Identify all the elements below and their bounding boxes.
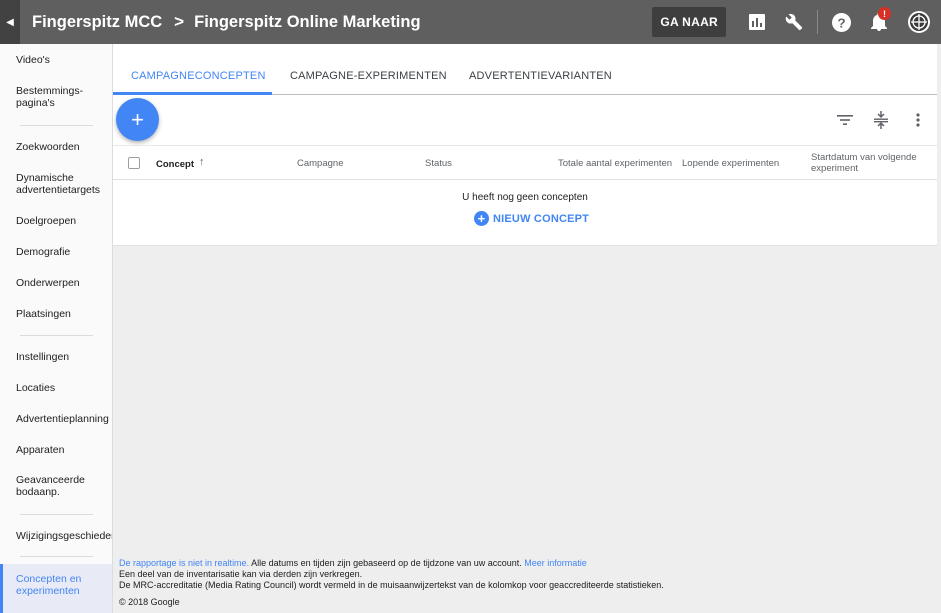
footer: De rapportage is niet in realtime. Alle … bbox=[119, 558, 664, 608]
bar-chart-icon bbox=[748, 14, 765, 30]
chevron-left-icon: ◀ bbox=[6, 16, 14, 28]
realtime-reporting-link[interactable]: De rapportage is niet in realtime. bbox=[119, 558, 249, 568]
plus-icon: + bbox=[131, 106, 144, 132]
sidebar-item-topics[interactable]: Onderwerpen bbox=[16, 277, 80, 290]
sidebar-divider bbox=[20, 514, 93, 515]
new-draft-link[interactable]: + NIEUW CONCEPT bbox=[474, 211, 589, 226]
sidebar-item-videos[interactable]: Video's bbox=[16, 54, 50, 67]
sidebar-item-drafts-experiments[interactable]: Concepten en experimenten bbox=[0, 564, 112, 613]
sidebar-item-advanced-bid-adj[interactable]: Geavanceerde bbox=[16, 474, 85, 487]
sidebar-item-landing-pages-line2[interactable]: pagina's bbox=[16, 97, 55, 110]
add-circle-icon: + bbox=[474, 211, 489, 226]
tools-button[interactable] bbox=[775, 0, 812, 44]
sidebar-item-demographics[interactable]: Demografie bbox=[16, 246, 70, 259]
tab-campaign-experiments[interactable]: CAMPAGNE-EXPERIMENTEN bbox=[290, 70, 447, 82]
wrench-icon bbox=[785, 13, 802, 31]
sort-arrow-icon[interactable]: ↑ bbox=[199, 157, 205, 168]
sidebar-item-devices[interactable]: Apparaten bbox=[16, 444, 64, 457]
main-panel: CAMPAGNECONCEPTEN CAMPAGNE-EXPERIMENTEN … bbox=[113, 44, 937, 246]
tab-bar: CAMPAGNECONCEPTEN CAMPAGNE-EXPERIMENTEN … bbox=[113, 44, 937, 95]
breadcrumb-subaccount[interactable]: Fingerspitz Online Marketing bbox=[194, 13, 420, 32]
sidebar-item-advanced-bid-adj-line2[interactable]: bodaanp. bbox=[16, 486, 60, 499]
filter-icon bbox=[837, 115, 853, 125]
more-options-button[interactable] bbox=[908, 110, 928, 130]
sidebar-item-audiences[interactable]: Doelgroepen bbox=[16, 215, 76, 228]
sidebar-item-dynamic-ad-targets[interactable]: Dynamische bbox=[16, 172, 74, 185]
column-header-next-start-date[interactable]: Startdatum van volgende bbox=[811, 152, 917, 163]
breadcrumb-separator: > bbox=[174, 12, 185, 31]
svg-text:?: ? bbox=[837, 15, 845, 30]
goto-button[interactable]: GA NAAR bbox=[652, 7, 726, 37]
tab-ad-variations[interactable]: ADVERTENTIEVARIANTEN bbox=[469, 70, 612, 82]
reports-button[interactable] bbox=[738, 0, 775, 44]
sidebar-nav: Video's Bestemmings- pagina's Zoekwoorde… bbox=[0, 44, 113, 613]
sidebar-item-keywords[interactable]: Zoekwoorden bbox=[16, 141, 80, 154]
account-avatar-button[interactable] bbox=[897, 0, 941, 44]
notifications-button[interactable]: ! bbox=[860, 0, 897, 44]
more-vert-icon bbox=[916, 113, 920, 127]
filter-button[interactable] bbox=[835, 110, 855, 130]
sidebar-divider bbox=[20, 556, 93, 557]
tab-campaign-drafts[interactable]: CAMPAGNECONCEPTEN bbox=[131, 70, 266, 82]
sidebar-item-locations[interactable]: Locaties bbox=[16, 382, 55, 395]
sidebar-divider bbox=[20, 335, 93, 336]
copyright: © 2018 Google bbox=[119, 597, 180, 607]
collapse-nav-button[interactable]: ◀ bbox=[0, 0, 20, 44]
sidebar-item-landing-pages[interactable]: Bestemmings- bbox=[16, 85, 83, 98]
avatar-icon bbox=[908, 11, 930, 33]
density-button[interactable] bbox=[871, 110, 891, 130]
sidebar-item-placements[interactable]: Plaatsingen bbox=[16, 308, 71, 321]
footer-line-2: Een deel van de inventarisatie kan via d… bbox=[119, 569, 363, 579]
column-header-running-experiments[interactable]: Lopende experimenten bbox=[682, 158, 779, 169]
sidebar-divider bbox=[20, 125, 93, 126]
sidebar-item-label-line2: experimenten bbox=[16, 585, 80, 597]
help-icon: ? bbox=[832, 12, 851, 32]
column-header-status[interactable]: Status bbox=[425, 158, 452, 169]
new-draft-label: NIEUW CONCEPT bbox=[493, 212, 590, 225]
footer-timezone-text: Alle datums en tijden zijn gebaseerd op … bbox=[249, 558, 525, 568]
column-header-campaign[interactable]: Campagne bbox=[297, 158, 343, 169]
footer-line-3: De MRC-accreditatie (Media Rating Counci… bbox=[119, 580, 664, 590]
empty-state-message: U heeft nog geen concepten bbox=[462, 192, 588, 203]
toolbar-divider bbox=[817, 10, 818, 34]
footer-line-1: De rapportage is niet in realtime. Alle … bbox=[119, 558, 664, 569]
table-header: Concept ↑ Campagne Status Totale aantal … bbox=[113, 145, 937, 180]
help-button[interactable]: ? bbox=[823, 0, 860, 44]
sidebar-item-label: Concepten en bbox=[16, 573, 82, 585]
sidebar-item-settings[interactable]: Instellingen bbox=[16, 351, 69, 364]
sidebar-item-dynamic-ad-targets-line2[interactable]: advertentietargets bbox=[16, 184, 100, 197]
more-info-link[interactable]: Meer informatie bbox=[524, 558, 587, 568]
select-all-checkbox[interactable] bbox=[128, 157, 140, 169]
column-header-next-start-date-line2[interactable]: experiment bbox=[811, 163, 858, 174]
column-header-concept[interactable]: Concept bbox=[156, 159, 194, 170]
sidebar-item-ad-schedule[interactable]: Advertentieplanning bbox=[16, 413, 109, 426]
active-tab-indicator bbox=[113, 92, 272, 95]
add-draft-button[interactable]: + bbox=[116, 98, 159, 141]
sidebar-item-change-history[interactable]: Wijzigingsgeschiedenis bbox=[16, 530, 112, 543]
compress-icon bbox=[874, 111, 888, 129]
top-bar: ◀ Fingerspitz MCC > Fingerspitz Online M… bbox=[0, 0, 941, 44]
column-header-total-experiments[interactable]: Totale aantal experimenten bbox=[558, 158, 672, 169]
notification-badge: ! bbox=[878, 7, 891, 20]
breadcrumb-account[interactable]: Fingerspitz MCC bbox=[32, 13, 162, 32]
